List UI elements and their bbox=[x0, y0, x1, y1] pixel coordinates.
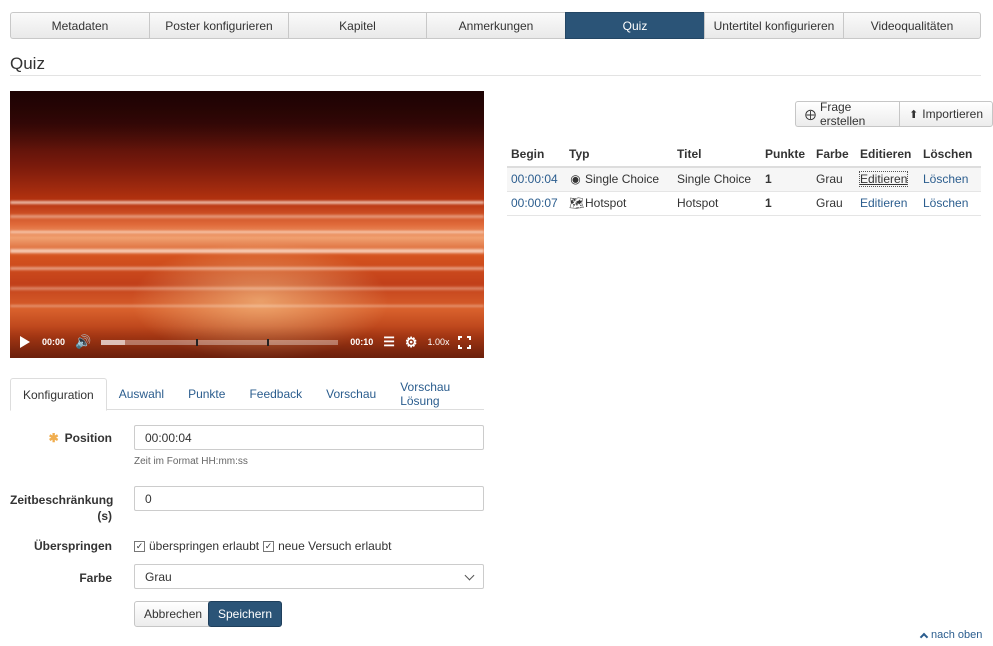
col-begin: Begin bbox=[507, 142, 565, 168]
question-type: Single Choice bbox=[585, 172, 660, 187]
play-icon bbox=[20, 336, 30, 348]
current-time: 00:00 bbox=[42, 337, 66, 347]
volume-icon[interactable]: 🔊 bbox=[75, 334, 91, 350]
tab-punkte[interactable]: Punkte bbox=[176, 378, 237, 410]
quiz-marker[interactable] bbox=[267, 338, 270, 346]
time-limit-label-line2: (s) bbox=[97, 509, 112, 523]
upload-icon: ⬆ bbox=[909, 108, 919, 121]
skip-label: Überspringen bbox=[33, 539, 112, 553]
col-editieren: Editieren bbox=[856, 142, 919, 168]
video-frame-streak bbox=[10, 201, 484, 204]
chapters-list-icon[interactable]: ☰ bbox=[383, 334, 395, 350]
playback-speed[interactable]: 1.00x bbox=[427, 337, 449, 347]
map-icon: 🗺 bbox=[569, 196, 585, 210]
play-button[interactable] bbox=[20, 336, 42, 348]
end-time: 00:10 bbox=[350, 337, 374, 347]
position-label: ✱ Position bbox=[10, 431, 112, 445]
col-titel: Titel bbox=[673, 142, 761, 168]
back-to-top-label: nach oben bbox=[931, 629, 983, 641]
back-to-top-link[interactable]: nach oben bbox=[919, 629, 982, 641]
table-row: 00:00:07 🗺Hotspot Hotspot 1 Grau Editier… bbox=[507, 191, 981, 216]
create-question-button[interactable]: ⨁ Frage erstellen bbox=[795, 100, 900, 128]
question-actions: ⨁ Frage erstellen ⬆ Importieren bbox=[795, 100, 993, 128]
create-question-label: Frage erstellen bbox=[820, 100, 866, 128]
tab-feedback[interactable]: Feedback bbox=[237, 378, 314, 410]
required-asterisk-icon: ✱ bbox=[48, 431, 59, 445]
progress-buffered bbox=[101, 339, 125, 345]
col-punkte: Punkte bbox=[761, 142, 812, 168]
radio-target-icon: ◉ bbox=[570, 172, 581, 187]
tab-konfiguration[interactable]: Konfiguration bbox=[10, 378, 107, 411]
col-farbe: Farbe bbox=[812, 142, 856, 168]
video-frame-streak bbox=[10, 305, 484, 307]
video-frame-shade bbox=[10, 91, 484, 151]
skip-allowed-checkbox[interactable]: ✓ bbox=[134, 540, 145, 552]
cancel-button[interactable]: Abbrechen bbox=[134, 601, 213, 627]
skip-allowed-label: überspringen erlaubt bbox=[149, 539, 260, 553]
question-title: Single Choice bbox=[673, 167, 761, 192]
tab-anmerkungen[interactable]: Anmerkungen bbox=[426, 12, 565, 39]
fullscreen-icon[interactable] bbox=[457, 335, 471, 349]
begin-time-link[interactable]: 00:00:04 bbox=[511, 172, 558, 186]
table-header-row: Begin Typ Titel Punkte Farbe Editieren L… bbox=[507, 142, 981, 168]
color-select-value: Grau bbox=[145, 569, 172, 584]
save-button[interactable]: Speichern bbox=[208, 601, 283, 627]
retry-allowed-label: neue Versuch erlaubt bbox=[278, 539, 392, 553]
begin-time-link[interactable]: 00:00:07 bbox=[511, 196, 558, 210]
question-title: Hotspot bbox=[673, 191, 761, 216]
question-color: Grau bbox=[812, 167, 856, 192]
tab-videoqualitaeten[interactable]: Videoqualitäten bbox=[843, 12, 981, 39]
video-frame-streak bbox=[10, 215, 484, 218]
chevron-up-icon bbox=[919, 632, 929, 641]
import-button[interactable]: ⬆ Importieren bbox=[899, 101, 993, 127]
video-controls: 00:00 🔊 00:10 ☰ ⚙ 1.00x bbox=[10, 326, 484, 358]
video-frame-streak bbox=[10, 287, 484, 290]
time-limit-input[interactable]: 0 bbox=[134, 486, 484, 511]
color-label: Farbe bbox=[79, 571, 112, 585]
video-frame-streak bbox=[10, 231, 484, 233]
time-limit-label-line1: Zeitbeschränkung bbox=[10, 493, 114, 507]
position-input[interactable]: 00:00:04 bbox=[134, 425, 484, 450]
video-frame-streak bbox=[10, 267, 484, 270]
gear-icon[interactable]: ⚙ bbox=[405, 334, 418, 351]
video-frame-streak bbox=[10, 249, 484, 253]
position-label-text: Position bbox=[64, 431, 112, 445]
col-typ: Typ bbox=[565, 142, 673, 168]
question-points: 1 bbox=[761, 167, 812, 192]
edit-link[interactable]: Editieren bbox=[860, 196, 907, 210]
delete-link[interactable]: Löschen bbox=[923, 172, 968, 186]
import-label: Importieren bbox=[922, 107, 983, 121]
delete-link[interactable]: Löschen bbox=[923, 196, 968, 210]
question-points: 1 bbox=[761, 191, 812, 216]
plus-circle-icon: ⨁ bbox=[805, 108, 816, 121]
tab-poster-konfigurieren[interactable]: Poster konfigurieren bbox=[149, 12, 288, 39]
retry-allowed-checkbox[interactable]: ✓ bbox=[263, 540, 275, 552]
title-divider bbox=[10, 75, 981, 76]
tab-untertitel-konfigurieren[interactable]: Untertitel konfigurieren bbox=[704, 12, 843, 39]
quiz-questions-table: Begin Typ Titel Punkte Farbe Editieren L… bbox=[507, 142, 981, 216]
tab-kapitel[interactable]: Kapitel bbox=[288, 12, 426, 39]
tab-auswahl[interactable]: Auswahl bbox=[107, 378, 176, 410]
table-row: 00:00:04 ◉ Single Choice Single Choice 1 … bbox=[507, 167, 981, 192]
tab-quiz[interactable]: Quiz bbox=[565, 12, 704, 39]
edit-link[interactable]: Editieren bbox=[858, 171, 909, 188]
col-loeschen: Löschen bbox=[919, 142, 981, 168]
position-help-text: Zeit im Format HH:mm:ss bbox=[134, 456, 248, 467]
page-title: Quiz bbox=[10, 54, 45, 73]
video-player[interactable]: 00:00 🔊 00:10 ☰ ⚙ 1.00x bbox=[10, 91, 484, 358]
color-select[interactable]: Grau bbox=[134, 564, 484, 589]
chevron-down-icon bbox=[464, 570, 475, 581]
progress-bar[interactable] bbox=[101, 338, 339, 346]
tab-vorschau[interactable]: Vorschau bbox=[314, 378, 388, 410]
tab-metadaten[interactable]: Metadaten bbox=[10, 12, 149, 39]
config-tab-bar: Konfiguration Auswahl Punkte Feedback Vo… bbox=[10, 378, 484, 411]
skip-options: ✓ überspringen erlaubt ✓ neue Versuch er… bbox=[134, 539, 396, 553]
question-color: Grau bbox=[812, 191, 856, 216]
tab-vorschau-loesung[interactable]: Vorschau Lösung bbox=[388, 378, 484, 410]
quiz-marker[interactable] bbox=[196, 338, 199, 346]
top-tab-bar: Metadaten Poster konfigurieren Kapitel A… bbox=[10, 12, 981, 39]
question-type: Hotspot bbox=[585, 196, 627, 210]
time-limit-label: Zeitbeschränkung (s) bbox=[10, 493, 114, 523]
